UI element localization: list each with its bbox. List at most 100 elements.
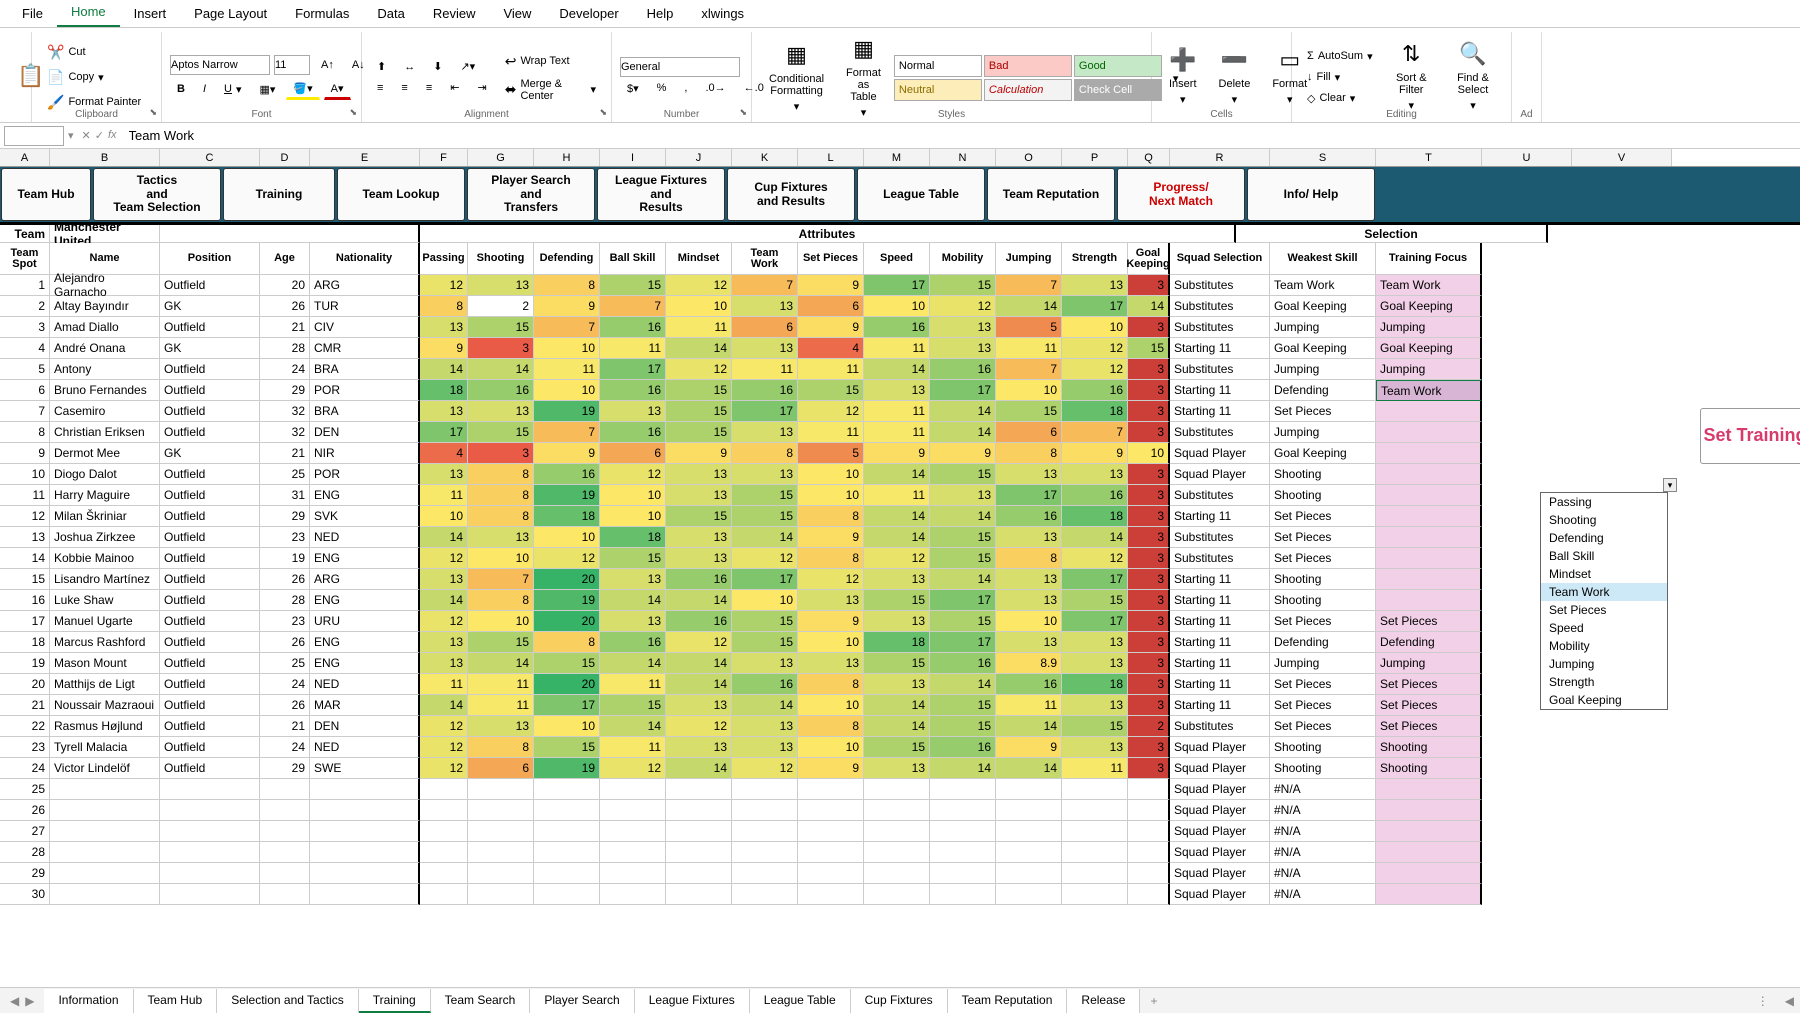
attr-cell[interactable]: 13 xyxy=(732,653,798,674)
row-num[interactable]: 24 xyxy=(0,758,50,779)
player-name[interactable]: Christian Eriksen xyxy=(50,422,160,443)
align-top-button[interactable]: ⬆ xyxy=(370,57,393,76)
row-num[interactable]: 3 xyxy=(0,317,50,338)
player-pos[interactable]: Outfield xyxy=(160,590,260,611)
attr-cell[interactable]: 13 xyxy=(666,737,732,758)
sheet-tab-team-hub[interactable]: Team Hub xyxy=(134,989,218,1013)
player-pos[interactable]: Outfield xyxy=(160,380,260,401)
col-header-S[interactable]: S xyxy=(1270,149,1376,166)
cell[interactable] xyxy=(996,863,1062,884)
attr-cell[interactable]: 16 xyxy=(996,506,1062,527)
cell[interactable] xyxy=(534,842,600,863)
hdr-defending[interactable]: Defending xyxy=(534,243,600,275)
sheet-tab-league-fixtures[interactable]: League Fixtures xyxy=(635,989,750,1013)
attr-cell[interactable]: 15 xyxy=(732,506,798,527)
weakest-skill[interactable]: Set Pieces xyxy=(1270,548,1376,569)
na-focus[interactable] xyxy=(1376,842,1482,863)
cell[interactable] xyxy=(732,884,798,905)
attr-cell[interactable]: 11 xyxy=(420,674,468,695)
training-focus[interactable] xyxy=(1376,464,1482,485)
cell[interactable] xyxy=(260,800,310,821)
cell[interactable] xyxy=(534,884,600,905)
training-focus[interactable]: Jumping xyxy=(1376,653,1482,674)
attr-cell[interactable]: 13 xyxy=(732,464,798,485)
attr-cell[interactable]: 12 xyxy=(666,632,732,653)
squad-sel[interactable]: Starting 11 xyxy=(1170,611,1270,632)
cell[interactable] xyxy=(50,863,160,884)
row-num[interactable]: 29 xyxy=(0,863,50,884)
attr-cell[interactable]: 17 xyxy=(600,359,666,380)
weakest-skill[interactable]: Set Pieces xyxy=(1270,674,1376,695)
attr-cell[interactable]: 12 xyxy=(600,464,666,485)
cell[interactable] xyxy=(996,800,1062,821)
weakest-skill[interactable]: Jumping xyxy=(1270,422,1376,443)
cell[interactable] xyxy=(666,821,732,842)
attr-cell[interactable]: 17 xyxy=(732,569,798,590)
attr-cell[interactable]: 7 xyxy=(996,275,1062,296)
attr-cell[interactable]: 10 xyxy=(798,485,864,506)
attr-cell[interactable]: 15 xyxy=(930,464,996,485)
cell[interactable] xyxy=(798,779,864,800)
player-nat[interactable]: ENG xyxy=(310,590,420,611)
attr-cell[interactable]: 15 xyxy=(930,716,996,737)
hdr-mob[interactable]: Mobility xyxy=(930,243,996,275)
fill-button[interactable]: ↓ Fill▾ xyxy=(1300,68,1380,87)
row-num[interactable]: 23 xyxy=(0,737,50,758)
attr-cell[interactable]: 14 xyxy=(864,695,930,716)
inc-decimal-button[interactable]: .0→ xyxy=(698,79,732,97)
attr-cell[interactable]: 14 xyxy=(420,359,468,380)
attr-cell[interactable]: 10 xyxy=(1128,443,1170,464)
attr-cell[interactable]: 16 xyxy=(600,317,666,338)
cell[interactable] xyxy=(600,779,666,800)
attr-cell[interactable]: 17 xyxy=(1062,296,1128,317)
cell[interactable] xyxy=(310,779,420,800)
hdr-speed[interactable]: Speed xyxy=(864,243,930,275)
player-nat[interactable]: ARG xyxy=(310,275,420,296)
attr-cell[interactable]: 10 xyxy=(798,632,864,653)
new-sheet-button[interactable]: + xyxy=(1140,994,1167,1008)
na-focus[interactable] xyxy=(1376,779,1482,800)
na-focus[interactable] xyxy=(1376,800,1482,821)
weakest-skill[interactable]: Shooting xyxy=(1270,758,1376,779)
attr-cell[interactable]: 13 xyxy=(864,569,930,590)
attr-cell[interactable]: 10 xyxy=(534,716,600,737)
attr-cell[interactable]: 12 xyxy=(732,758,798,779)
player-nat[interactable]: NED xyxy=(310,737,420,758)
attr-cell[interactable]: 15 xyxy=(930,527,996,548)
delete-button[interactable]: ➖Delete▾ xyxy=(1210,43,1260,111)
player-name[interactable]: Mason Mount xyxy=(50,653,160,674)
attr-cell[interactable]: 15 xyxy=(732,632,798,653)
align-middle-button[interactable]: ↔ xyxy=(397,58,422,76)
attr-cell[interactable]: 12 xyxy=(1062,548,1128,569)
style-bad[interactable]: Bad xyxy=(984,55,1072,77)
clipboard-launcher[interactable]: ⬊ xyxy=(149,107,157,118)
attr-cell[interactable]: 10 xyxy=(600,506,666,527)
attr-cell[interactable]: 9 xyxy=(534,296,600,317)
squad-sel[interactable]: Substitutes xyxy=(1170,527,1270,548)
player-name[interactable]: Alejandro Garnacho xyxy=(50,275,160,296)
attr-cell[interactable]: 13 xyxy=(864,758,930,779)
na-squad[interactable]: Squad Player xyxy=(1170,863,1270,884)
attr-cell[interactable]: 16 xyxy=(666,569,732,590)
ribbon-tab-help[interactable]: Help xyxy=(633,0,688,27)
cell[interactable] xyxy=(1128,863,1170,884)
attr-cell[interactable]: 4 xyxy=(420,443,468,464)
attr-cell[interactable]: 16 xyxy=(1062,380,1128,401)
attr-cell[interactable]: 18 xyxy=(1062,674,1128,695)
attr-cell[interactable]: 20 xyxy=(534,569,600,590)
cell[interactable] xyxy=(996,779,1062,800)
cell[interactable] xyxy=(260,842,310,863)
attr-cell[interactable]: 11 xyxy=(864,401,930,422)
squad-sel[interactable]: Substitutes xyxy=(1170,359,1270,380)
training-focus[interactable]: Shooting xyxy=(1376,737,1482,758)
attr-cell[interactable]: 13 xyxy=(996,632,1062,653)
player-age[interactable]: 24 xyxy=(260,674,310,695)
attr-cell[interactable]: 10 xyxy=(534,380,600,401)
training-focus[interactable]: Shooting xyxy=(1376,758,1482,779)
attr-cell[interactable]: 12 xyxy=(732,548,798,569)
cell[interactable] xyxy=(310,800,420,821)
attr-cell[interactable]: 19 xyxy=(534,758,600,779)
player-nat[interactable]: SWE xyxy=(310,758,420,779)
attr-cell[interactable]: 8 xyxy=(798,674,864,695)
bold-button[interactable]: B xyxy=(170,80,192,98)
